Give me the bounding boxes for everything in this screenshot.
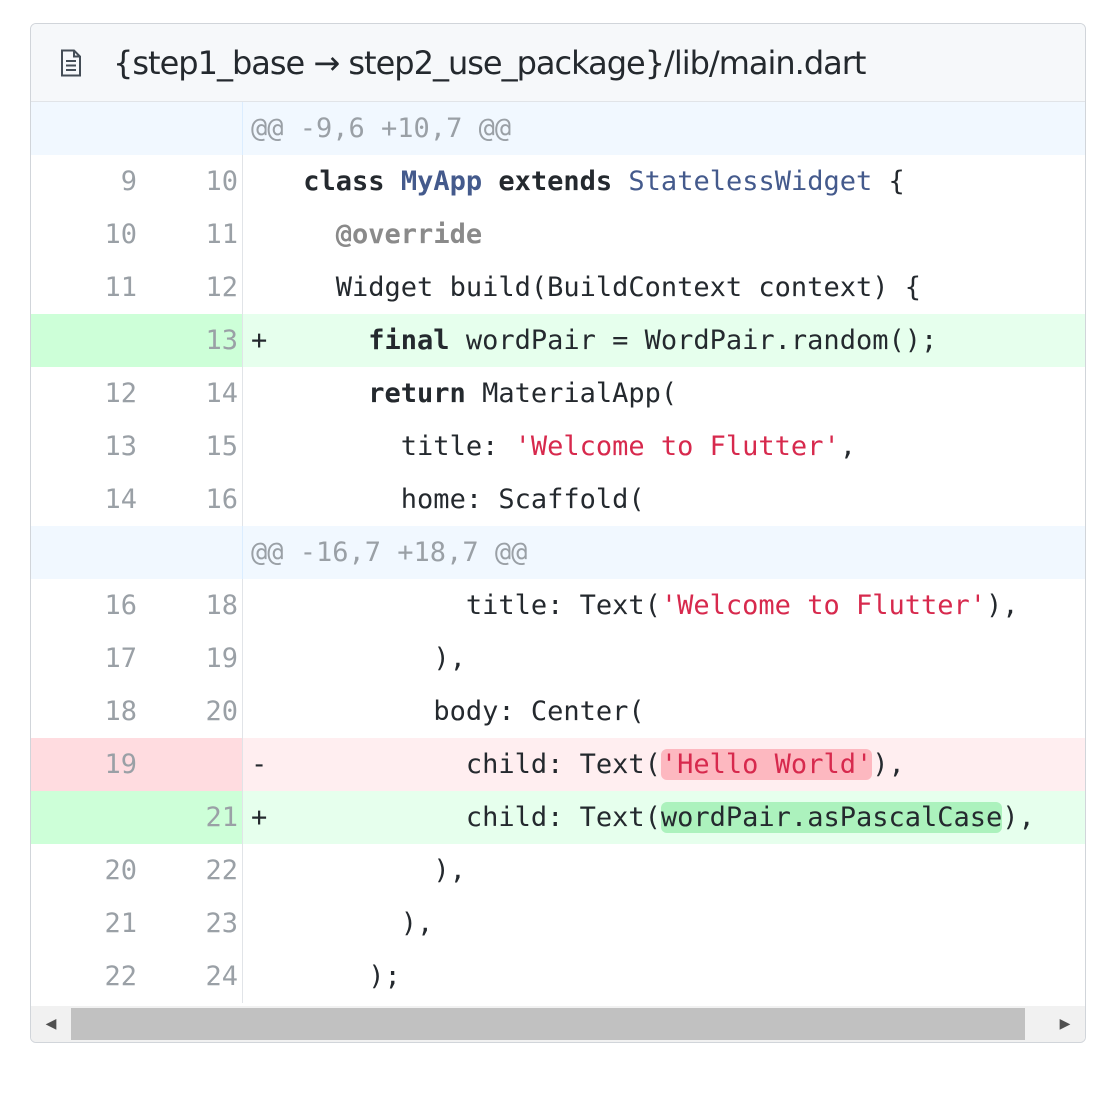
- old-line-number[interactable]: 21: [31, 897, 137, 950]
- old-line-number[interactable]: [31, 791, 137, 844]
- old-line-number[interactable]: 22: [31, 950, 137, 1003]
- old-line-number[interactable]: 12: [31, 367, 137, 420]
- new-line-number[interactable]: 15: [137, 420, 243, 473]
- new-line-number[interactable]: 20: [137, 685, 243, 738]
- code-line: Widget build(BuildContext context) {: [335, 272, 921, 303]
- hunk-text: @@ -16,7 +18,7 @@: [251, 537, 528, 568]
- old-line-number: [31, 102, 137, 155]
- new-line-number[interactable]: 23: [137, 897, 243, 950]
- new-line-number[interactable]: 12: [137, 261, 243, 314]
- triangle-left-icon[interactable]: ◀: [31, 1006, 71, 1042]
- old-line-number[interactable]: 10: [31, 208, 137, 261]
- diff-marker: [243, 897, 287, 950]
- new-line-number[interactable]: 19: [137, 632, 243, 685]
- diff-marker: [243, 579, 287, 632]
- code-line: );: [368, 961, 401, 992]
- file-path[interactable]: {step1_base → step2_use_package}/lib/mai…: [113, 44, 866, 82]
- code-line: body: Center(: [433, 696, 645, 727]
- diff-line-deleted: 19 - child: Text('Hello World'),: [31, 738, 1085, 791]
- hunk-text: @@ -9,6 +10,7 @@: [251, 113, 512, 144]
- diff-marker: [243, 208, 287, 261]
- old-line-number[interactable]: 14: [31, 473, 137, 526]
- code-line: child: Text('Hello World'),: [465, 749, 905, 780]
- code-line: home: Scaffold(: [400, 484, 645, 515]
- code-line: ),: [433, 643, 466, 674]
- diff-line: 21 23 ),: [31, 897, 1085, 950]
- new-line-number[interactable]: 13: [137, 314, 243, 367]
- hunk-header: @@ -9,6 +10,7 @@: [31, 102, 1085, 155]
- old-line-number[interactable]: 17: [31, 632, 137, 685]
- old-line-number[interactable]: 20: [31, 844, 137, 897]
- new-line-number[interactable]: 16: [137, 473, 243, 526]
- old-line-number[interactable]: 19: [31, 738, 137, 791]
- diff-table: @@ -9,6 +10,7 @@ 9 10 class MyApp extend…: [31, 102, 1085, 1003]
- code-line: ),: [400, 908, 434, 939]
- diff-line: 18 20 body: Center(: [31, 685, 1085, 738]
- new-line-number[interactable]: 18: [137, 579, 243, 632]
- code-line: final wordPair = WordPair.random();: [368, 325, 938, 356]
- old-line-number[interactable]: 13: [31, 420, 137, 473]
- diff-marker: [243, 632, 287, 685]
- diff-line: 22 24 );: [31, 950, 1085, 1003]
- diff-file: {step1_base → step2_use_package}/lib/mai…: [30, 23, 1086, 1043]
- code-line: class MyApp extends StatelessWidget {: [303, 166, 905, 197]
- code-line: title: Text('Welcome to Flutter'),: [465, 590, 1019, 621]
- triangle-right-icon[interactable]: ▶: [1045, 1006, 1085, 1042]
- horizontal-scrollbar[interactable]: ◀ ▶: [31, 1006, 1085, 1042]
- diff-marker: +: [251, 802, 268, 833]
- old-line-number[interactable]: 16: [31, 579, 137, 632]
- diff-marker: +: [251, 325, 268, 356]
- new-line-number[interactable]: [137, 738, 243, 791]
- code-line: ),: [433, 855, 466, 886]
- old-line-number[interactable]: [31, 314, 137, 367]
- old-line-number[interactable]: 9: [31, 155, 137, 208]
- new-line-number: [137, 102, 243, 155]
- diff-line: 12 14 return MaterialApp(: [31, 367, 1085, 420]
- old-line-number[interactable]: 11: [31, 261, 137, 314]
- new-line-number[interactable]: 11: [137, 208, 243, 261]
- diff-marker: [243, 367, 287, 420]
- diff-marker: [243, 420, 287, 473]
- diff-marker: [243, 685, 287, 738]
- diff-line-added: 21 + child: Text(wordPair.asPascalCase),: [31, 791, 1085, 844]
- old-line-number[interactable]: 18: [31, 685, 137, 738]
- diff-line: 14 16 home: Scaffold(: [31, 473, 1085, 526]
- diff-marker: [243, 844, 287, 897]
- diff-marker: [243, 155, 287, 208]
- new-line-number: [137, 526, 243, 579]
- new-line-number[interactable]: 22: [137, 844, 243, 897]
- diff-line: 17 19 ),: [31, 632, 1085, 685]
- file-text-icon: [57, 48, 85, 78]
- diff-marker: [243, 473, 287, 526]
- diff-line-added: 13 + final wordPair = WordPair.random();: [31, 314, 1085, 367]
- diff-marker: -: [251, 749, 268, 780]
- file-header: {step1_base → step2_use_package}/lib/mai…: [31, 24, 1085, 102]
- diff-line: 10 11 @override: [31, 208, 1085, 261]
- diff-marker: [243, 261, 287, 314]
- diff-marker: [243, 950, 287, 1003]
- old-line-number: [31, 526, 137, 579]
- diff-line: 11 12 Widget build(BuildContext context)…: [31, 261, 1085, 314]
- diff-line: 9 10 class MyApp extends StatelessWidget…: [31, 155, 1085, 208]
- new-line-number[interactable]: 14: [137, 367, 243, 420]
- code-line: child: Text(wordPair.asPascalCase),: [465, 802, 1035, 833]
- diff-line: 20 22 ),: [31, 844, 1085, 897]
- diff-line: 13 15 title: 'Welcome to Flutter',: [31, 420, 1085, 473]
- new-line-number[interactable]: 21: [137, 791, 243, 844]
- hunk-header: @@ -16,7 +18,7 @@: [31, 526, 1085, 579]
- code-line: @override: [335, 219, 483, 250]
- deleted-word-highlight: 'Hello World': [660, 749, 873, 780]
- new-line-number[interactable]: 10: [137, 155, 243, 208]
- code-line: title: 'Welcome to Flutter',: [400, 431, 856, 462]
- diff-line: 16 18 title: Text('Welcome to Flutter'),: [31, 579, 1085, 632]
- added-word-highlight: wordPair.asPascalCase: [660, 802, 1003, 833]
- code-line: return MaterialApp(: [368, 378, 678, 409]
- new-line-number[interactable]: 24: [137, 950, 243, 1003]
- scrollbar-thumb[interactable]: [71, 1008, 1025, 1040]
